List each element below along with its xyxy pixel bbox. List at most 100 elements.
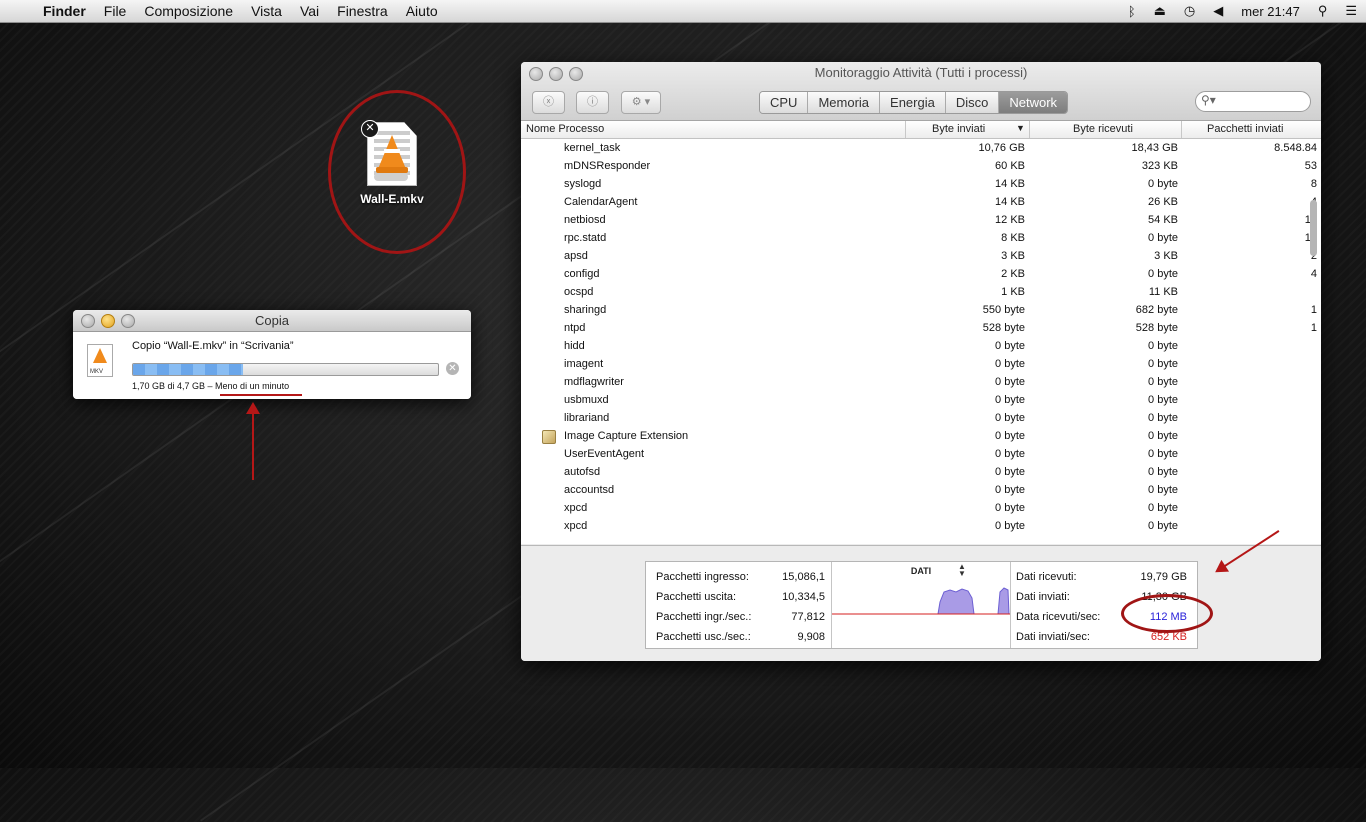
menu-vista[interactable]: Vista (242, 3, 291, 19)
search-icon: ⚲▾ (1201, 93, 1216, 107)
tab-network[interactable]: Network (999, 92, 1068, 113)
cell-process-name: mdflagwriter (564, 376, 624, 388)
cell-process-name: ntpd (564, 322, 586, 334)
table-row[interactable]: ntpd 528 byte 528 byte 1 (521, 319, 1321, 337)
table-row[interactable]: configd 2 KB 0 byte 4 (521, 265, 1321, 283)
stat-label: Dati inviati/sec: (1016, 631, 1090, 643)
table-row[interactable]: netbiosd12 KB54 KB12 (521, 211, 1321, 229)
cell-process-name: autofsd (564, 466, 601, 478)
table-row[interactable]: hidd 0 byte 0 byte (521, 337, 1321, 355)
cell-process-name: UserEventAgent (564, 448, 645, 460)
table-row[interactable]: Image Capture Extension 0 byte 0 byte (521, 427, 1321, 445)
menu-vai[interactable]: Vai (291, 3, 328, 19)
tab-memoria[interactable]: Memoria (808, 92, 881, 113)
cell-bytes-sent: 14 KB (995, 178, 1025, 190)
stop-copy-button[interactable]: ✕ (446, 362, 459, 375)
table-row[interactable]: mdflagwriter 0 byte 0 byte (521, 373, 1321, 391)
copy-progress-bar (132, 363, 439, 376)
cell-process-name: xpcd (564, 520, 588, 532)
table-row[interactable]: kernel_task 10,76 GB 18,43 GB 8.548.84 (521, 139, 1321, 157)
cell-bytes-received: 0 byte (1148, 268, 1178, 280)
volume-icon[interactable]: ◀︎ (1204, 3, 1232, 19)
annotation-circle-rate (1121, 594, 1213, 633)
table-row[interactable]: syslogd 14 KB 0 byte 8 (521, 175, 1321, 193)
column-header-packets-sent[interactable]: Pacchetti inviati (1207, 123, 1283, 135)
close-button[interactable] (81, 314, 95, 328)
cell-bytes-received: 0 byte (1148, 340, 1178, 352)
stat-value: 77,812 (791, 611, 825, 623)
copy-message: Copio “Wall-E.mkv” in “Scrivania” (132, 340, 294, 352)
quit-process-button[interactable]: ⓧ (532, 91, 565, 114)
menu-bar: Finder File Composizione Vista Vai Fines… (0, 0, 1366, 23)
menu-finder[interactable]: Finder (34, 3, 95, 19)
column-header-name[interactable]: Nome Processo (526, 123, 604, 135)
clock[interactable]: mer 21:47 (1232, 4, 1309, 19)
table-row[interactable]: apsd 3 KB 3 KB 2 (521, 247, 1321, 265)
copy-window-titlebar[interactable]: Copia (73, 310, 471, 332)
notification-list-icon[interactable]: ☰ (1336, 3, 1366, 19)
cell-process-name: mDNSResponder (564, 160, 651, 172)
vertical-scrollbar[interactable] (1310, 200, 1317, 256)
cell-process-name: rpc.statd (564, 232, 607, 244)
table-row[interactable]: rpc.statd8 KB0 byte13 (521, 229, 1321, 247)
time-machine-icon[interactable]: ◷ (1175, 3, 1204, 19)
cell-bytes-received: 11 KB (1148, 286, 1178, 298)
column-header-bytes-received[interactable]: Byte ricevuti (1073, 123, 1133, 135)
cell-process-name: kernel_task (564, 142, 621, 154)
cell-bytes-sent: 0 byte (995, 520, 1025, 532)
table-row[interactable]: xpcd 0 byte 0 byte (521, 517, 1321, 535)
cell-bytes-sent: 0 byte (995, 340, 1025, 352)
menu-composizione[interactable]: Composizione (135, 3, 242, 19)
stat-label: Pacchetti uscita: (656, 591, 737, 603)
tab-disco[interactable]: Disco (945, 92, 1000, 113)
cell-bytes-sent: 528 byte (982, 322, 1025, 334)
network-stats-box: Pacchetti ingresso: 15,086,1 Pacchetti usc… (645, 561, 1198, 649)
table-row[interactable]: usbmuxd 0 byte 0 byte (521, 391, 1321, 409)
copy-window: Copia MKV Copio “Wall-E.mkv” in “Scrivan… (73, 310, 471, 399)
cell-bytes-sent: 0 byte (995, 484, 1025, 496)
cell-process-name: sharingd (564, 304, 607, 316)
inspect-process-button[interactable]: ⓘ (576, 91, 609, 114)
cell-bytes-sent: 0 byte (995, 412, 1025, 424)
table-row[interactable]: librariand 0 byte 0 byte (521, 409, 1321, 427)
annotation-arrow-up (246, 402, 260, 480)
table-row[interactable]: autofsd 0 byte 0 byte (521, 463, 1321, 481)
cell-bytes-received: 0 byte (1148, 520, 1178, 532)
status-area: ᛒ ⏏ ◷ ◀︎ mer 21:47 ⚲ ☰ (1119, 0, 1366, 22)
menu-file[interactable]: File (95, 3, 136, 19)
stat-label: Pacchetti ingr./sec.: (656, 611, 752, 623)
menu-finestra[interactable]: Finestra (328, 3, 397, 19)
table-row[interactable]: UserEventAgent 0 byte 0 byte (521, 445, 1321, 463)
cell-bytes-sent: 0 byte (995, 394, 1025, 406)
cell-packets-sent: 8 (1310, 178, 1317, 190)
sort-descending-icon: ▼ (1016, 123, 1025, 133)
table-row[interactable]: imagent 0 byte 0 byte (521, 355, 1321, 373)
column-header-bytes-sent[interactable]: Byte inviati (932, 123, 985, 135)
table-row[interactable]: xpcd 0 byte 0 byte (521, 499, 1321, 517)
spotlight-icon[interactable]: ⚲ (1309, 3, 1337, 19)
cell-bytes-sent: 550 byte (982, 304, 1025, 316)
table-row[interactable]: accountsd 0 byte 0 byte (521, 481, 1321, 499)
cell-bytes-sent: 8 KB (1001, 232, 1025, 244)
search-field[interactable]: ⚲▾ (1195, 91, 1311, 112)
minimize-button[interactable] (101, 314, 115, 328)
bluetooth-icon[interactable]: ᛒ (1119, 4, 1145, 19)
table-row[interactable]: CalendarAgent14 KB26 KB4 (521, 193, 1321, 211)
cell-bytes-sent: 14 KB (995, 196, 1025, 208)
menu-aiuto[interactable]: Aiuto (397, 3, 447, 19)
tab-energia[interactable]: Energia (880, 92, 946, 113)
cell-process-name: usbmuxd (564, 394, 609, 406)
eject-icon[interactable]: ⏏ (1145, 3, 1175, 19)
network-graph: DATI ▲ ▼ (831, 562, 1011, 648)
table-row[interactable]: mDNSResponder 60 KB 323 KB 53 (521, 157, 1321, 175)
table-row[interactable]: sharingd 550 byte 682 byte 1 (521, 301, 1321, 319)
activity-monitor-toolbar[interactable]: Monitoraggio Attività (Tutti i processi)… (521, 62, 1321, 121)
cell-bytes-received: 682 byte (1135, 304, 1178, 316)
zoom-button[interactable] (121, 314, 135, 328)
tab-cpu[interactable]: CPU (760, 92, 809, 113)
action-menu-button[interactable]: ⚙ ▾ (621, 91, 661, 114)
table-header: Nome Processo Byte inviati ▼ Byte ricevu… (521, 121, 1321, 139)
cell-bytes-sent: 0 byte (995, 358, 1025, 370)
table-row[interactable]: ocspd 1 KB 11 KB (521, 283, 1321, 301)
cell-bytes-sent: 2 KB (1001, 268, 1025, 280)
